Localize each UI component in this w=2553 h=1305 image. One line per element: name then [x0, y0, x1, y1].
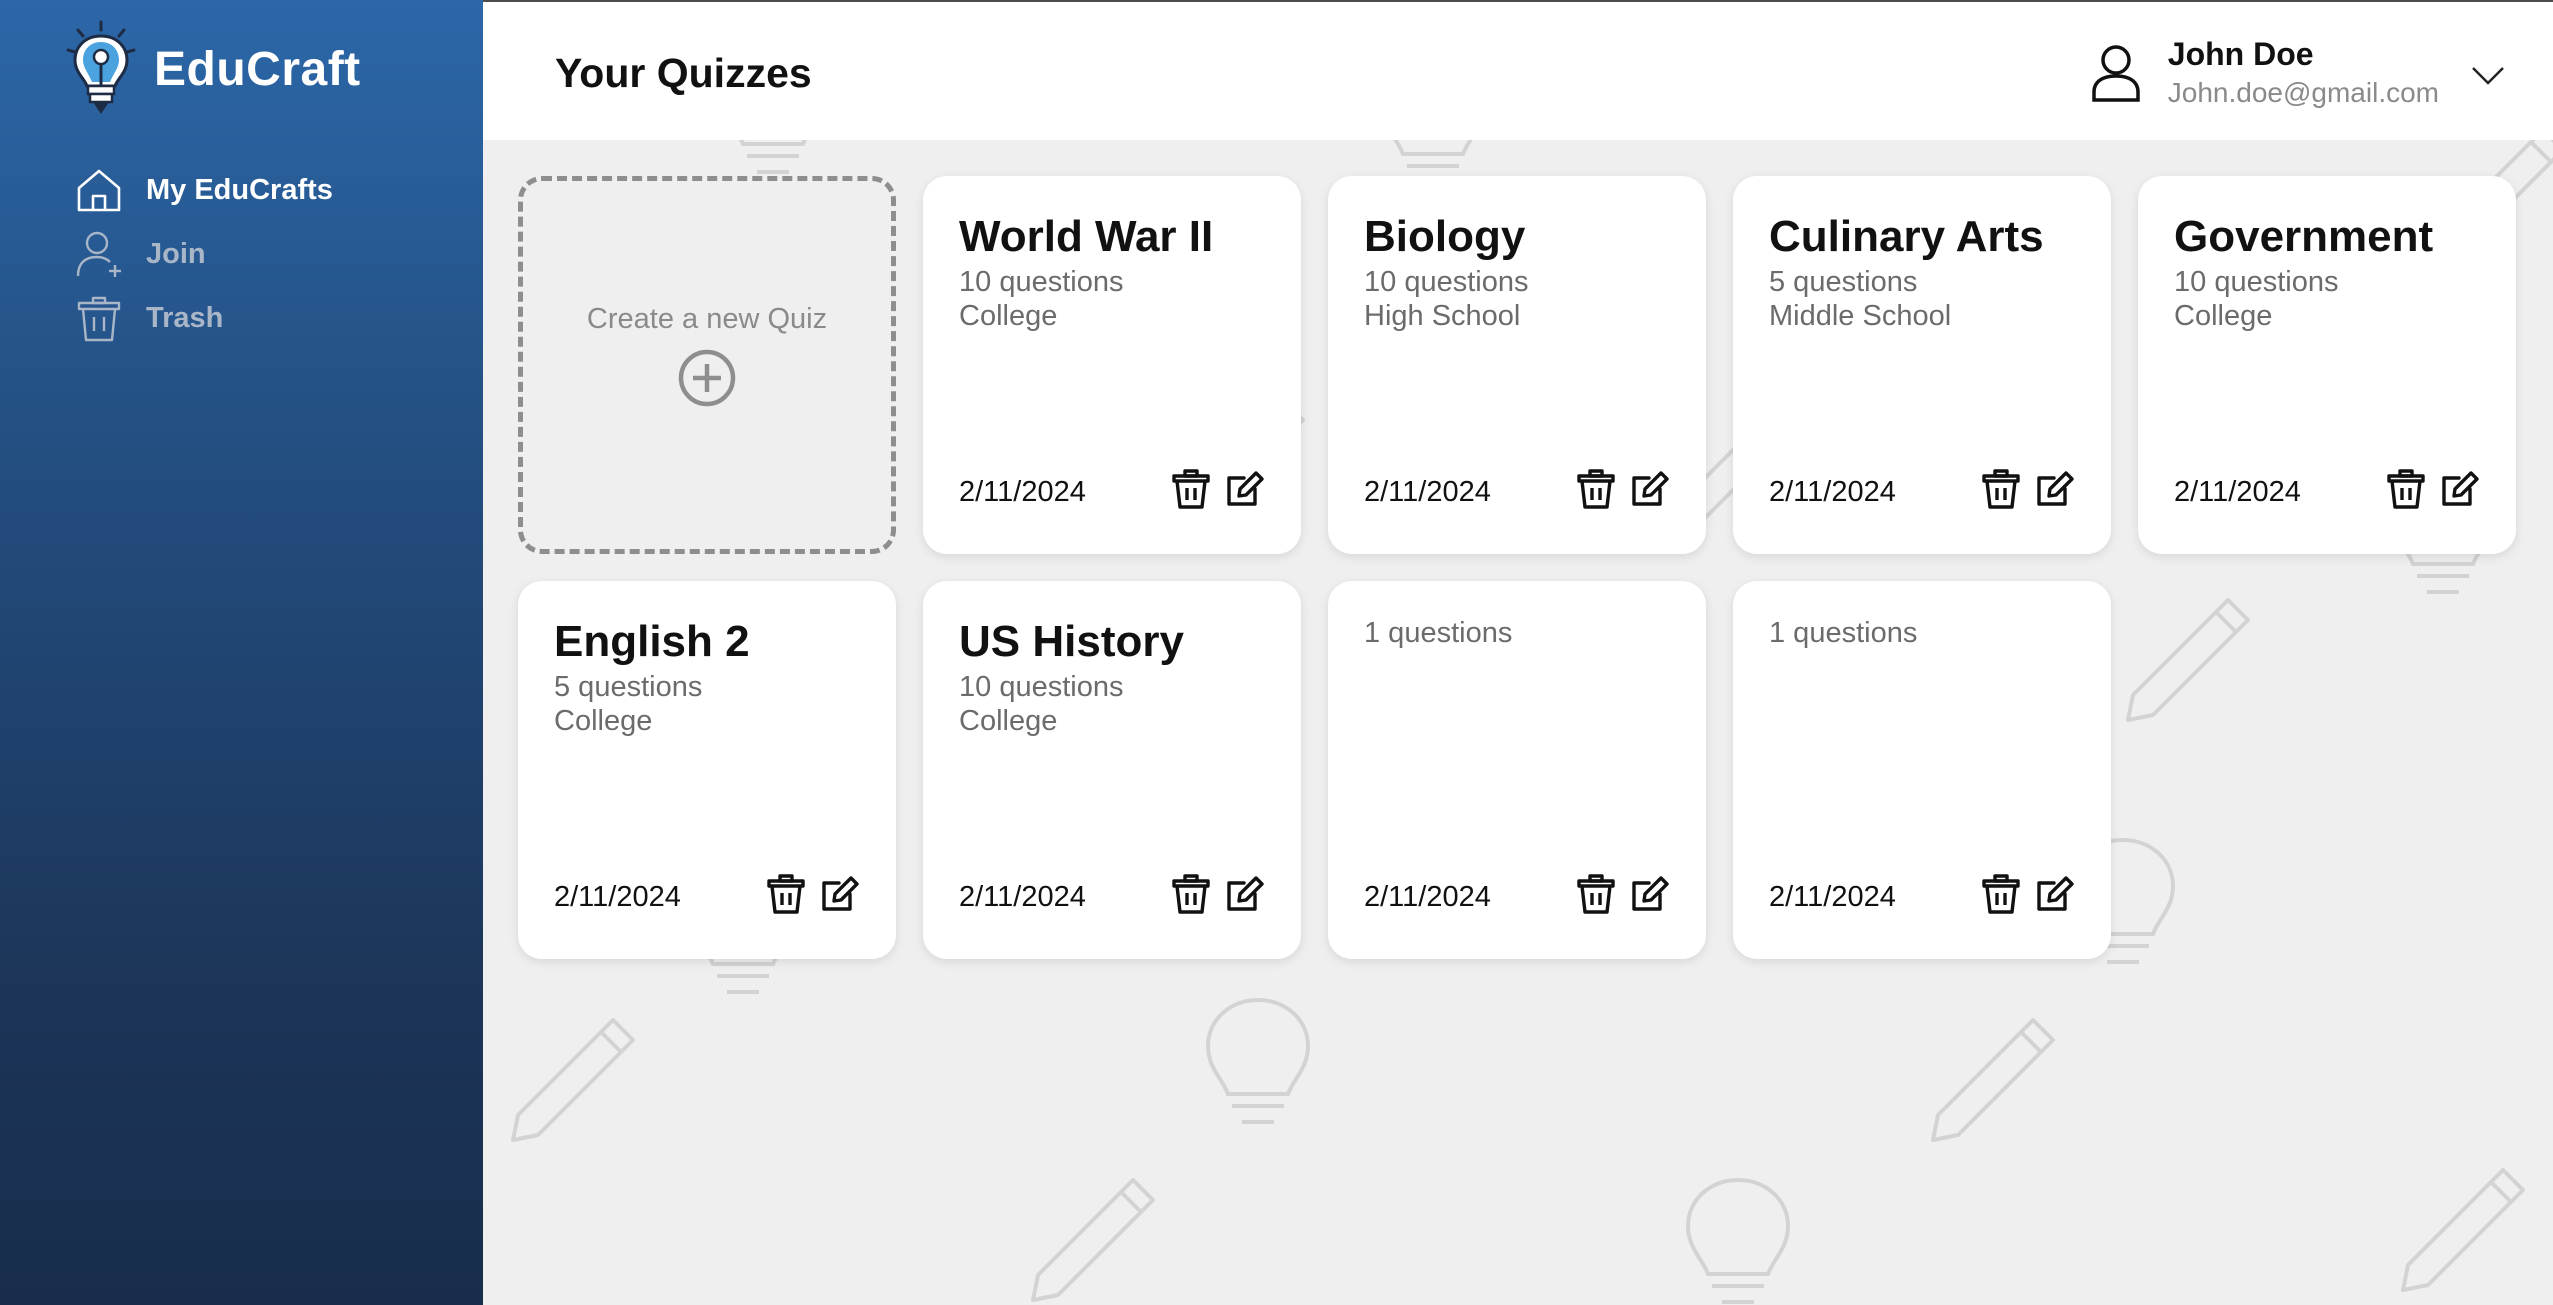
- user-icon: [2092, 45, 2140, 102]
- quiz-actions: [1171, 468, 1265, 510]
- trash-icon: [74, 293, 124, 343]
- user-email: John.doe@gmail.com: [2167, 77, 2439, 108]
- quiz-title: World War II: [959, 212, 1214, 261]
- sidebar-item-my-educrafts[interactable]: My EduCrafts: [74, 158, 333, 222]
- quiz-question-count: 10 questions: [2174, 266, 2339, 298]
- delete-trash-icon[interactable]: [766, 873, 806, 915]
- quiz-date: 2/11/2024: [2174, 476, 2301, 508]
- delete-trash-icon[interactable]: [1576, 873, 1616, 915]
- quiz-card[interactable]: 1 questions 2/11/2024: [1733, 581, 2111, 959]
- edit-icon[interactable]: [2035, 873, 2075, 915]
- sidebar-nav: My EduCrafts Join Trash: [74, 158, 333, 350]
- quiz-card[interactable]: English 2 5 questions College 2/11/2024: [518, 581, 896, 959]
- edit-icon[interactable]: [820, 873, 860, 915]
- quiz-card[interactable]: World War II 10 questions College 2/11/2…: [923, 176, 1301, 554]
- quiz-actions: [1981, 873, 2075, 915]
- delete-trash-icon[interactable]: [1171, 873, 1211, 915]
- delete-trash-icon[interactable]: [1981, 873, 2021, 915]
- quiz-card[interactable]: Biology 10 questions High School 2/11/20…: [1328, 176, 1706, 554]
- sidebar: EduCraft My EduCrafts Join Trash: [0, 0, 483, 1305]
- user-menu[interactable]: John Doe John.doe@gmail.com: [2090, 36, 2505, 109]
- quiz-question-count: 5 questions: [1769, 266, 1918, 298]
- quiz-actions: [766, 873, 860, 915]
- quiz-actions: [1171, 873, 1265, 915]
- quiz-date: 2/11/2024: [554, 881, 681, 913]
- edit-icon[interactable]: [1225, 873, 1265, 915]
- delete-trash-icon[interactable]: [2386, 468, 2426, 510]
- page-title: Your Quizzes: [555, 50, 812, 96]
- edit-icon[interactable]: [2440, 468, 2480, 510]
- delete-trash-icon[interactable]: [1171, 468, 1211, 510]
- quiz-level: College: [2174, 300, 2273, 332]
- brand[interactable]: EduCraft: [62, 20, 361, 118]
- home-icon: [74, 165, 124, 215]
- user-name: John Doe: [2167, 36, 2314, 72]
- lightbulb-logo-icon: [66, 20, 136, 114]
- quiz-level: Middle School: [1769, 300, 1952, 332]
- quiz-actions: [1576, 468, 1670, 510]
- quiz-actions: [1981, 468, 2075, 510]
- quiz-question-count: 10 questions: [959, 671, 1124, 703]
- create-quiz-label: Create a new Quiz: [586, 302, 828, 335]
- sidebar-item-trash[interactable]: Trash: [74, 286, 333, 350]
- quiz-date: 2/11/2024: [1364, 881, 1491, 913]
- delete-trash-icon[interactable]: [1576, 468, 1616, 510]
- quiz-card[interactable]: US History 10 questions College 2/11/202…: [923, 581, 1301, 959]
- quiz-actions: [1576, 873, 1670, 915]
- top-header: Your Quizzes John Doe John.doe@gmail.com: [483, 0, 2553, 140]
- add-user-icon: [74, 229, 124, 279]
- quiz-title: English 2: [554, 617, 750, 666]
- quiz-question-count: 1 questions: [1364, 617, 1513, 649]
- edit-icon[interactable]: [1225, 468, 1265, 510]
- edit-icon[interactable]: [1630, 468, 1670, 510]
- sidebar-item-label: My EduCrafts: [146, 173, 333, 206]
- edit-icon[interactable]: [2035, 468, 2075, 510]
- delete-trash-icon[interactable]: [1981, 468, 2021, 510]
- create-quiz-card[interactable]: Create a new Quiz: [518, 176, 896, 554]
- quiz-card[interactable]: Government 10 questions College 2/11/202…: [2138, 176, 2516, 554]
- quiz-title: Government: [2174, 212, 2434, 261]
- brand-name: EduCraft: [154, 42, 361, 96]
- quiz-question-count: 10 questions: [1364, 266, 1529, 298]
- sidebar-item-join[interactable]: Join: [74, 222, 333, 286]
- plus-circle-icon: [678, 349, 736, 406]
- sidebar-item-label: Join: [146, 237, 206, 270]
- quiz-level: College: [959, 300, 1058, 332]
- quiz-question-count: 10 questions: [959, 266, 1124, 298]
- quiz-level: College: [554, 705, 653, 737]
- chevron-down-icon[interactable]: [2471, 66, 2505, 86]
- quiz-date: 2/11/2024: [959, 881, 1086, 913]
- quiz-title: US History: [959, 617, 1184, 666]
- quiz-date: 2/11/2024: [1769, 881, 1896, 913]
- quiz-card[interactable]: 1 questions 2/11/2024: [1328, 581, 1706, 959]
- quiz-question-count: 5 questions: [554, 671, 703, 703]
- sidebar-item-label: Trash: [146, 301, 224, 334]
- quiz-level: High School: [1364, 300, 1521, 332]
- quiz-question-count: 1 questions: [1769, 617, 1918, 649]
- quiz-title: Biology: [1364, 212, 1526, 261]
- quiz-level: College: [959, 705, 1058, 737]
- quiz-date: 2/11/2024: [1769, 476, 1896, 508]
- quiz-card[interactable]: Culinary Arts 5 questions Middle School …: [1733, 176, 2111, 554]
- quiz-title: Culinary Arts: [1769, 212, 2044, 261]
- edit-icon[interactable]: [1630, 873, 1670, 915]
- quiz-date: 2/11/2024: [959, 476, 1086, 508]
- quiz-actions: [2386, 468, 2480, 510]
- quiz-date: 2/11/2024: [1364, 476, 1491, 508]
